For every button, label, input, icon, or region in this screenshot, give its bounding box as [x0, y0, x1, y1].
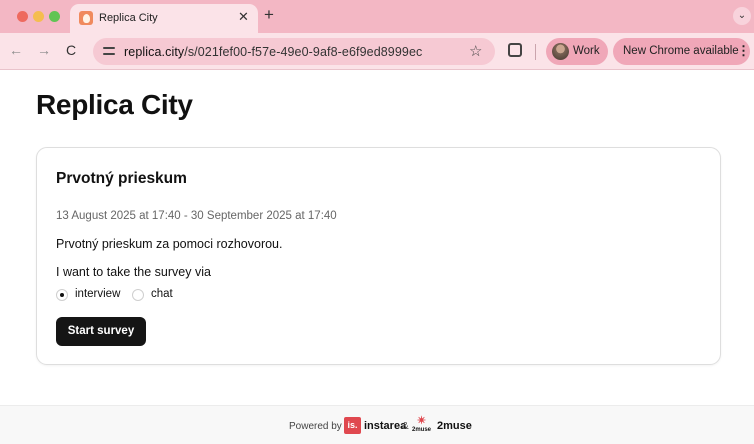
survey-description: Prvotný prieskum za pomoci rozhovorou. [56, 237, 283, 251]
radio-interview[interactable] [56, 289, 68, 301]
url-host: replica.city [124, 45, 185, 59]
forward-button[interactable]: → [37, 41, 51, 59]
footer: Powered by is. instarea & ✴ 2muse 2muse [0, 405, 754, 444]
profile-button[interactable]: Work [546, 38, 608, 65]
2muse-logo[interactable]: ✴ 2muse [412, 416, 434, 436]
profile-label: Work [573, 45, 600, 57]
ampersand: & [402, 421, 409, 432]
close-window-button[interactable] [17, 11, 28, 22]
browser-tab[interactable]: Replica City ✕ [70, 4, 258, 33]
url-text: replica.city/s/021fef00-f57e-49e0-9af8-e… [124, 45, 422, 59]
minimize-window-button[interactable] [33, 11, 44, 22]
update-label: New Chrome available [623, 45, 739, 57]
browser-tab-bar: Replica City ✕ + ⌄ [0, 0, 754, 33]
maximize-window-button[interactable] [49, 11, 60, 22]
toolbar-divider [535, 44, 536, 60]
survey-title: Prvotný prieskum [56, 170, 187, 187]
site-favicon-icon [79, 11, 93, 25]
bookmark-star-icon[interactable]: ☆ [469, 42, 482, 60]
start-survey-button[interactable]: Start survey [56, 317, 146, 346]
radio-chat[interactable] [132, 289, 144, 301]
back-button[interactable]: ← [9, 41, 23, 59]
browser-toolbar: ← → C replica.city/s/021fef00-f57e-49e0-… [0, 33, 754, 70]
tab-search-button[interactable]: ⌄ [733, 7, 751, 25]
new-tab-button[interactable]: + [264, 6, 274, 24]
extensions-icon[interactable] [508, 43, 522, 57]
update-chrome-button[interactable]: New Chrome available ⋮ [613, 38, 750, 65]
instarea-link[interactable]: instarea [364, 420, 406, 432]
2muse-logo-text: 2muse [412, 427, 432, 433]
radio-chat-label[interactable]: chat [151, 288, 173, 300]
menu-kebab-icon[interactable]: ⋮ [737, 43, 750, 59]
survey-mode-prompt: I want to take the survey via [56, 265, 211, 279]
radio-interview-label[interactable]: interview [75, 288, 120, 300]
site-settings-icon[interactable] [102, 44, 116, 58]
tab-title: Replica City [99, 12, 158, 24]
reload-button[interactable]: C [66, 41, 76, 59]
2muse-link[interactable]: 2muse [437, 420, 472, 432]
tab-close-icon[interactable]: ✕ [238, 10, 249, 24]
survey-dates: 13 August 2025 at 17:40 - 30 September 2… [56, 210, 337, 222]
url-path: /s/021fef00-f57e-49e0-9af8-e6f9ed8999ec [184, 45, 423, 59]
2muse-star-icon: ✴ [417, 415, 427, 427]
page-title: Replica City [36, 89, 193, 120]
address-bar[interactable]: replica.city/s/021fef00-f57e-49e0-9af8-e… [93, 38, 495, 65]
powered-by-text: Powered by [289, 421, 342, 432]
avatar [552, 43, 569, 60]
survey-card: Prvotný prieskum 13 August 2025 at 17:40… [36, 147, 721, 365]
instarea-logo[interactable]: is. [344, 417, 361, 434]
